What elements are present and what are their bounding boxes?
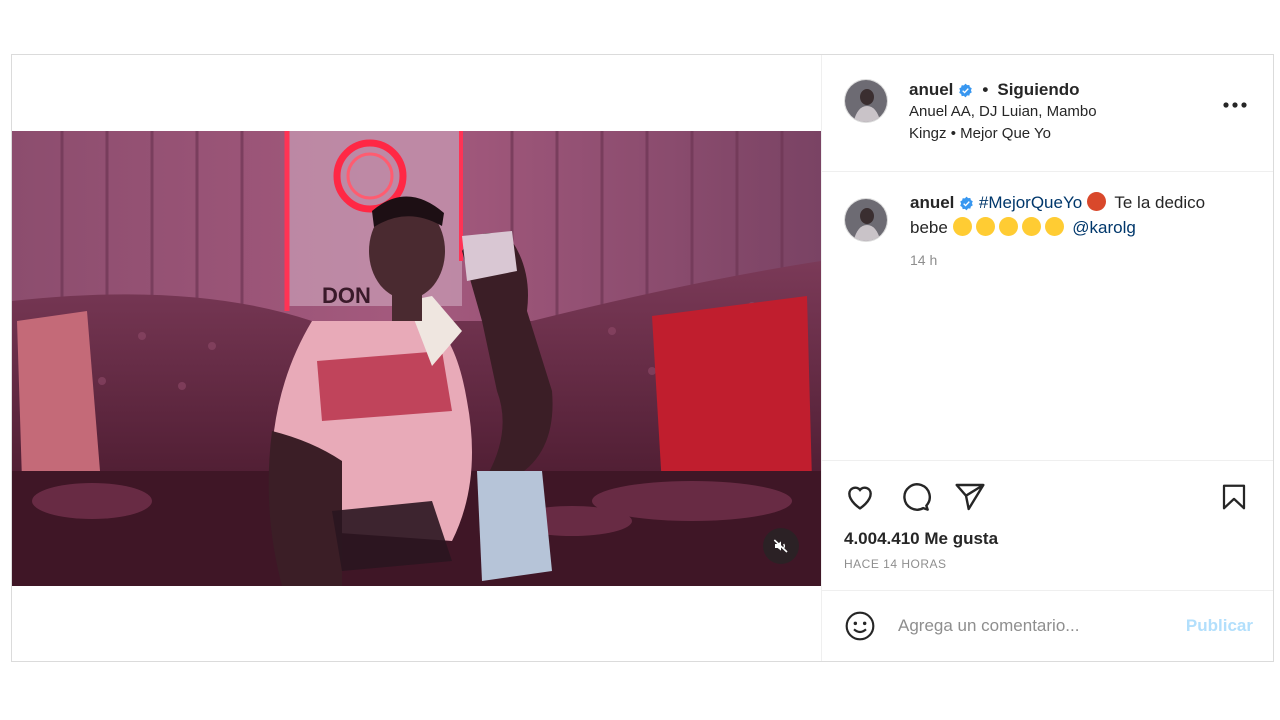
emoji-icon[interactable] — [844, 610, 876, 642]
video-frame: DON — [12, 131, 821, 586]
post-header: anuel • Siguiendo Anuel AA, DJ Luian, Ma… — [822, 55, 1273, 172]
caption-area: anuel #MejorQueYo Te la dedico bebe @kar… — [822, 172, 1273, 461]
post-side-panel: anuel • Siguiendo Anuel AA, DJ Luian, Ma… — [822, 55, 1273, 661]
post-actions: 4.004.410 Me gusta HACE 14 HORAS — [822, 461, 1273, 591]
comment-input[interactable] — [898, 616, 1186, 636]
caption-mention[interactable]: @karolg — [1072, 218, 1136, 237]
devil-emoji-icon — [1086, 192, 1106, 211]
kiss-emoji-icon — [1044, 217, 1064, 236]
bookmark-icon[interactable] — [1219, 481, 1249, 513]
media-panel: DON — [12, 55, 822, 661]
following-status[interactable]: Siguiendo — [997, 79, 1079, 101]
kiss-emoji-icon — [975, 217, 995, 236]
instagram-post: DON anuel • Siguiendo Anuel AA, DJ Luian… — [11, 54, 1274, 662]
video-sign-text: DON — [322, 283, 371, 308]
more-options-icon[interactable] — [1223, 102, 1247, 108]
avatar[interactable] — [844, 79, 888, 123]
caption-hashtag[interactable]: #MejorQueYo — [979, 193, 1082, 212]
post-timestamp: HACE 14 HORAS — [844, 557, 947, 571]
caption: anuel #MejorQueYo Te la dedico bebe @kar… — [910, 190, 1240, 460]
caption-avatar[interactable] — [844, 198, 888, 242]
kiss-emoji-icon — [952, 217, 972, 236]
post-video[interactable]: DON — [12, 131, 821, 586]
music-info[interactable]: Anuel AA, DJ Luian, Mambo Kingz • Mejor … — [909, 101, 1119, 145]
caption-time: 14 h — [910, 252, 938, 268]
publish-button[interactable]: Publicar — [1186, 616, 1253, 636]
muted-speaker-icon — [773, 539, 788, 553]
mute-button[interactable] — [763, 528, 799, 564]
caption-username[interactable]: anuel — [910, 193, 954, 212]
heart-icon[interactable] — [844, 481, 876, 513]
like-count[interactable]: 4.004.410 Me gusta — [844, 529, 1249, 549]
header-separator: • — [982, 80, 989, 99]
kiss-emoji-icon — [998, 217, 1018, 236]
header-username[interactable]: anuel — [909, 79, 953, 101]
verified-badge-icon — [960, 196, 973, 211]
comment-icon[interactable] — [899, 481, 931, 513]
comment-bar: Publicar — [822, 591, 1273, 661]
verified-badge-icon — [959, 83, 973, 97]
share-icon[interactable] — [954, 481, 986, 513]
kiss-emoji-icon — [1021, 217, 1041, 236]
